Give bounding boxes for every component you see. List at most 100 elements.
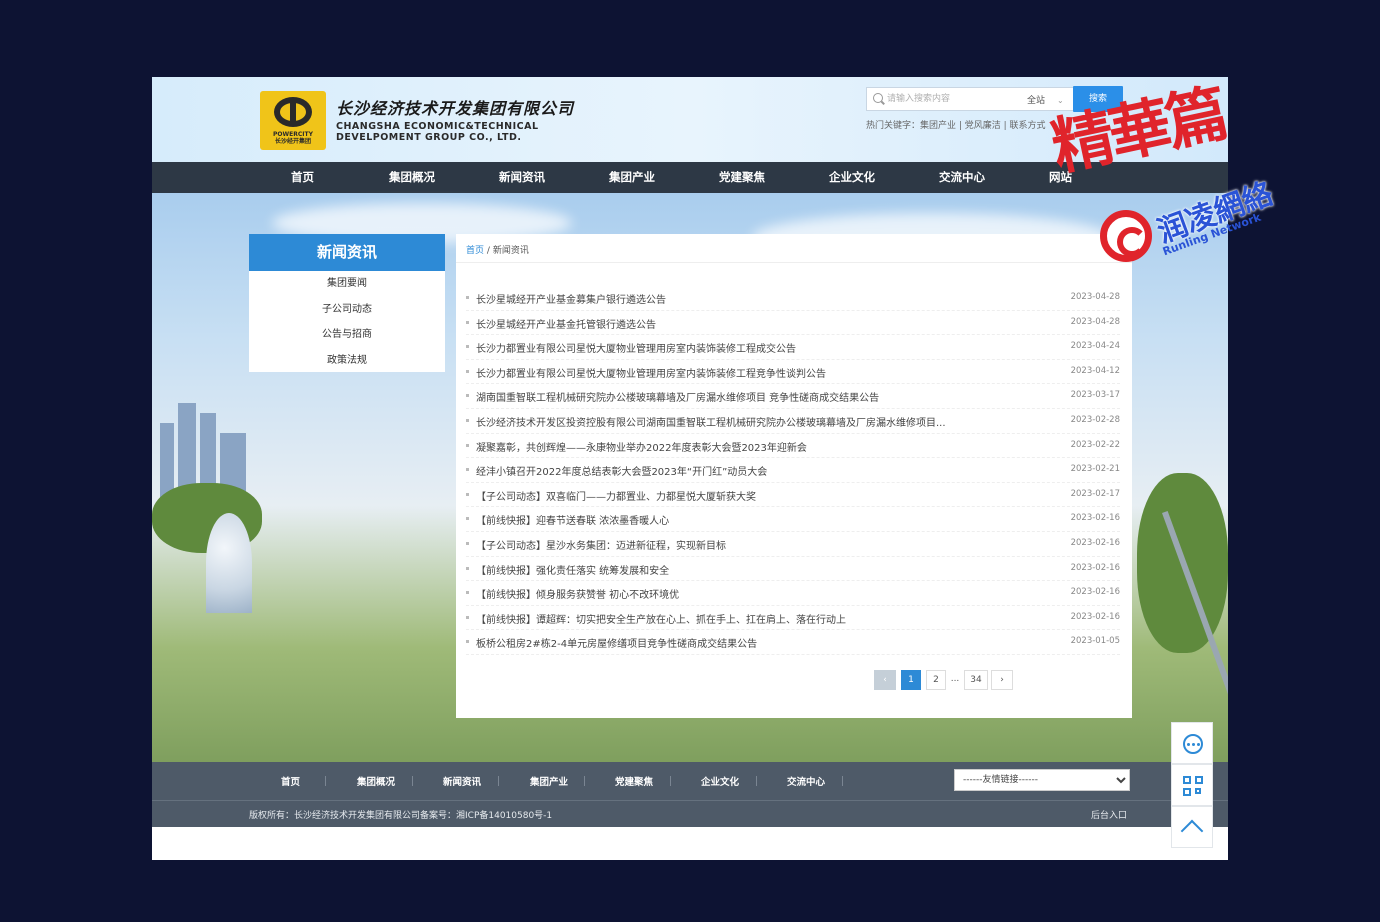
footer-divider [670, 776, 671, 786]
pagination-next-button[interactable]: › [991, 670, 1013, 690]
news-title[interactable]: 板桥公租房2#栋2-4单元房屋修缮项目竞争性磋商成交结果公告 [476, 635, 1016, 650]
divider [152, 800, 1228, 801]
breadcrumb-separator: / [486, 246, 490, 256]
footer-nav-party[interactable]: 党建聚焦 [615, 774, 653, 788]
nav-item-industry[interactable]: 集团产业 [609, 162, 655, 193]
list-item[interactable]: 长沙经济技术开发区投资控股有限公司湖南国重智联工程机械研究院办公楼玻璃幕墙及厂房… [466, 409, 1120, 434]
admin-login-link[interactable]: 后台入口 [1091, 808, 1127, 821]
nav-item-home[interactable]: 首页 [291, 162, 314, 193]
pagination-page-last[interactable]: 34 [964, 670, 988, 690]
news-title[interactable]: 【前线快报】迎春节送春联 浓浓墨香暖人心 [476, 512, 1016, 527]
bullet-icon [466, 345, 469, 349]
list-item[interactable]: 经沣小镇召开2022年度总结表彰大会暨2023年“开门红”动员大会 2023-02… [466, 458, 1120, 483]
footer-divider [756, 776, 757, 786]
nav-item-party[interactable]: 党建聚焦 [719, 162, 765, 193]
list-item[interactable]: 【前线快报】迎春节送春联 浓浓墨香暖人心 2023-02-16 [466, 507, 1120, 532]
footer-nav-news[interactable]: 新闻资讯 [443, 774, 481, 788]
qr-code-icon [1183, 776, 1203, 796]
dome-shape [206, 513, 252, 613]
back-to-top-button[interactable] [1171, 806, 1213, 848]
nav-item-overview[interactable]: 集团概况 [389, 162, 435, 193]
news-date: 2023-02-22 [1070, 439, 1120, 450]
sidebar-item-policy[interactable]: 政策法规 [249, 348, 445, 374]
breadcrumb-home[interactable]: 首页 [466, 246, 484, 256]
list-item[interactable]: 【前线快报】强化责任落实 统筹发展和安全 2023-02-16 [466, 557, 1120, 582]
news-date: 2023-02-16 [1070, 513, 1120, 524]
watermark: 精華篇 润凌網絡 Runling Network [1045, 77, 1310, 270]
news-date: 2023-02-16 [1070, 562, 1120, 573]
sidebar-item-subsidiary[interactable]: 子公司动态 [249, 297, 445, 323]
logo-text-en: POWERCITY [273, 131, 313, 138]
list-item[interactable]: 【前线快报】倾身服务获赞誉 初心不改环境优 2023-02-16 [466, 581, 1120, 606]
news-date: 2023-02-21 [1070, 464, 1120, 475]
copyright-text: 版权所有：长沙经济技术开发集团有限公司备案号：湘ICP备14010580号-1 [249, 811, 553, 821]
sidebar-item-group-news[interactable]: 集团要闻 [249, 271, 445, 297]
news-title[interactable]: 经沣小镇召开2022年度总结表彰大会暨2023年“开门红”动员大会 [476, 463, 1016, 478]
list-item[interactable]: 凝聚嘉彰，共创辉煌——永康物业举办2022年度表彰大会暨2023年迎新会 2023… [466, 434, 1120, 459]
list-item[interactable]: 【子公司动态】星沙水务集团：迈进新征程，实现新目标 2023-02-16 [466, 532, 1120, 557]
bullet-icon [466, 296, 469, 299]
list-item[interactable]: 湖南国重智联工程机械研究院办公楼玻璃幕墙及厂房漏水维修项目 竞争性磋商成交结果公… [466, 384, 1120, 409]
pagination-page-2[interactable]: 2 [926, 670, 946, 690]
news-title[interactable]: 凝聚嘉彰，共创辉煌——永康物业举办2022年度表彰大会暨2023年迎新会 [476, 439, 1016, 454]
qr-code-button[interactable] [1171, 764, 1213, 806]
online-chat-button[interactable] [1171, 722, 1213, 764]
footer-nav-exchange[interactable]: 交流中心 [787, 774, 825, 788]
news-date: 2023-02-17 [1070, 488, 1120, 499]
list-item[interactable]: 板桥公租房2#栋2-4单元房屋修缮项目竞争性磋商成交结果公告 2023-01-05 [466, 630, 1120, 655]
news-date: 2023-02-16 [1070, 611, 1120, 622]
bullet-icon [466, 517, 469, 521]
footer-divider [842, 776, 843, 786]
news-title[interactable]: 长沙力都置业有限公司星悦大厦物业管理用房室内装饰装修工程竞争性谈判公告 [476, 365, 1016, 380]
news-date: 2023-04-12 [1070, 365, 1120, 376]
list-item[interactable]: 【前线快报】谭超辉：切实把安全生产放在心上、抓在手上、扛在肩上、落在行动上 202… [466, 606, 1120, 631]
news-title[interactable]: 【子公司动态】星沙水务集团：迈进新征程，实现新目标 [476, 537, 1016, 552]
sidebar: 新闻资讯 集团要闻 子公司动态 公告与招商 政策法规 [249, 234, 445, 372]
news-date: 2023-02-16 [1070, 537, 1120, 548]
hot-keywords[interactable]: 热门关键字：集团产业 | 党风廉洁 | 联系方式 [866, 118, 1046, 131]
logo-bar-icon [290, 101, 296, 125]
bullet-icon [466, 320, 469, 324]
chevron-up-icon [1180, 819, 1204, 843]
footer-nav-industry[interactable]: 集团产业 [530, 774, 568, 788]
footer-nav-culture[interactable]: 企业文化 [701, 774, 739, 788]
site-footer: 首页 集团概况 新闻资讯 集团产业 党建聚焦 企业文化 交流中心 ------友… [152, 762, 1228, 827]
news-date: 2023-02-16 [1070, 587, 1120, 598]
pagination-prev-button[interactable]: ‹ [874, 670, 896, 690]
news-list: 长沙星城经开产业基金募集户银行遴选公告 2023-04-28 长沙星城经开产业基金… [466, 286, 1120, 655]
news-title[interactable]: 长沙星城经开产业基金募集户银行遴选公告 [476, 291, 1016, 306]
search-input[interactable] [887, 91, 1023, 107]
footer-nav-overview[interactable]: 集团概况 [357, 774, 395, 788]
sidebar-item-notices[interactable]: 公告与招商 [249, 322, 445, 348]
news-title[interactable]: 长沙力都置业有限公司星悦大厦物业管理用房室内装饰装修工程成交公告 [476, 340, 1016, 355]
pagination-page-1[interactable]: 1 [901, 670, 921, 690]
news-title[interactable]: 【前线快报】强化责任落实 统筹发展和安全 [476, 562, 1016, 577]
footer-nav-home[interactable]: 首页 [281, 774, 300, 788]
footer-divider [498, 776, 499, 786]
list-item[interactable]: 长沙力都置业有限公司星悦大厦物业管理用房室内装饰装修工程成交公告 2023-04-… [466, 335, 1120, 360]
nav-item-exchange[interactable]: 交流中心 [939, 162, 985, 193]
news-title[interactable]: 【子公司动态】双喜临门——力都置业、力都星悦大厦斩获大奖 [476, 488, 1016, 503]
news-title[interactable]: 【前线快报】谭超辉：切实把安全生产放在心上、抓在手上、扛在肩上、落在行动上 [476, 611, 1016, 626]
list-item[interactable]: 长沙星城经开产业基金募集户银行遴选公告 2023-04-28 [466, 286, 1120, 311]
friend-links-select[interactable]: ------友情链接------ [954, 769, 1130, 791]
list-item[interactable]: 长沙星城经开产业基金托管银行遴选公告 2023-04-28 [466, 311, 1120, 336]
list-item[interactable]: 长沙力都置业有限公司星悦大厦物业管理用房室内装饰装修工程竞争性谈判公告 2023-… [466, 360, 1120, 385]
company-logo[interactable]: POWERCITY 长沙经开集团 [260, 91, 326, 150]
nav-item-news[interactable]: 新闻资讯 [499, 162, 545, 193]
news-title[interactable]: 【前线快报】倾身服务获赞誉 初心不改环境优 [476, 586, 1016, 601]
footer-divider [325, 776, 326, 786]
company-name-en-line1: CHANGSHA ECONOMIC&TECHNICAL [336, 121, 539, 132]
bullet-icon [466, 394, 469, 398]
bullet-icon [466, 443, 469, 447]
news-title[interactable]: 湖南国重智联工程机械研究院办公楼玻璃幕墙及厂房漏水维修项目 竞争性磋商成交结果公… [476, 389, 1016, 404]
news-title[interactable]: 长沙经济技术开发区投资控股有限公司湖南国重智联工程机械研究院办公楼玻璃幕墙及厂房… [476, 414, 1016, 429]
news-date: 2023-03-17 [1070, 390, 1120, 401]
bullet-icon [466, 541, 469, 545]
bullet-icon [466, 418, 469, 422]
nav-item-culture[interactable]: 企业文化 [829, 162, 875, 193]
news-title[interactable]: 长沙星城经开产业基金托管银行遴选公告 [476, 316, 1016, 331]
search-icon [873, 93, 883, 103]
list-item[interactable]: 【子公司动态】双喜临门——力都置业、力都星悦大厦斩获大奖 2023-02-17 [466, 483, 1120, 508]
chat-icon [1183, 734, 1203, 754]
